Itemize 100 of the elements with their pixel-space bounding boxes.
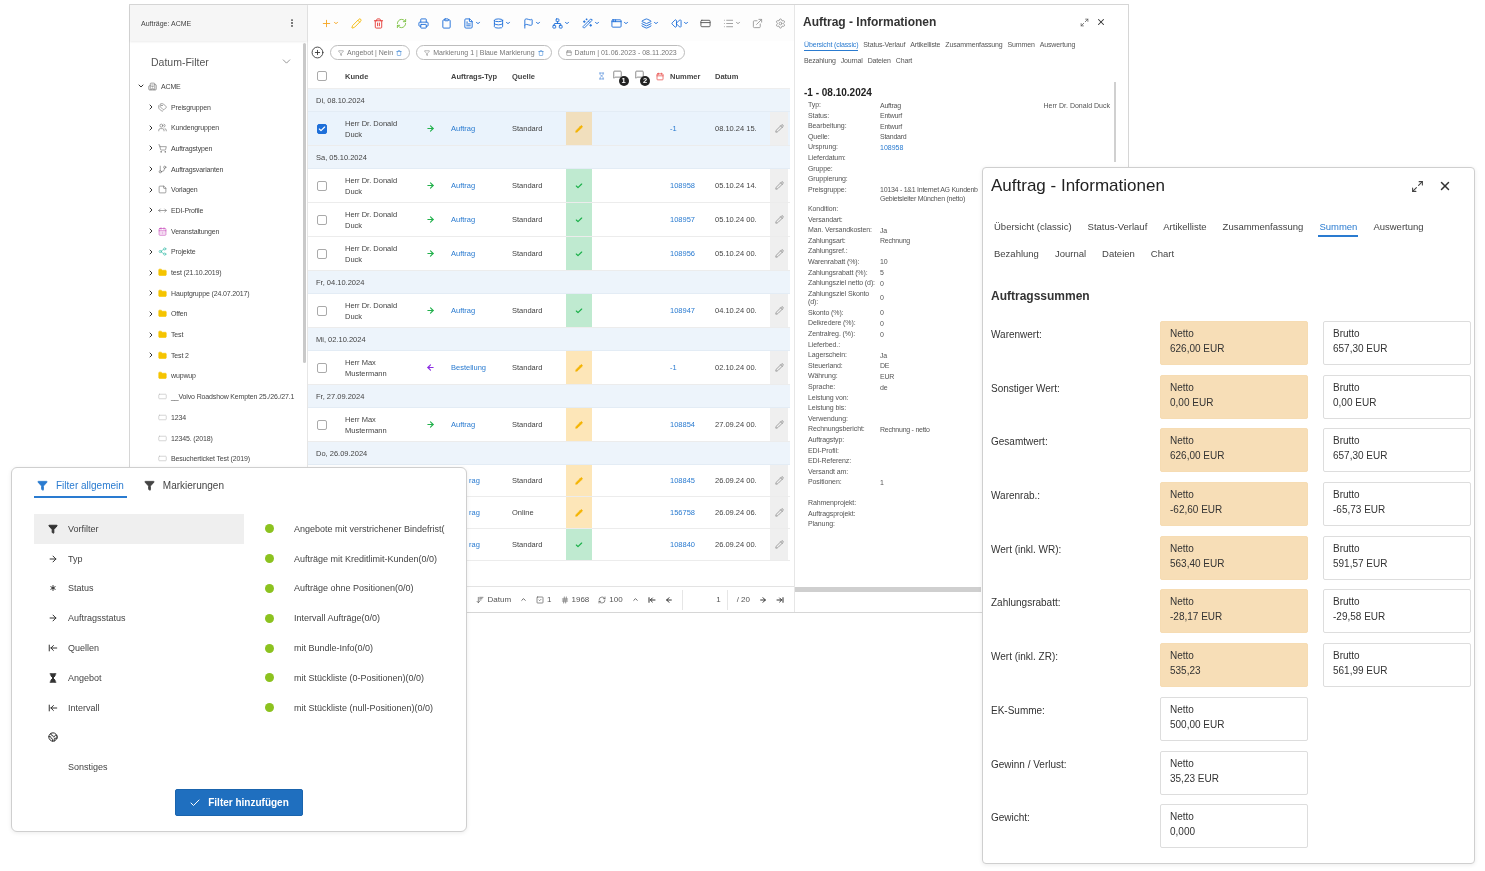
date-filter-label[interactable]: Datum-Filter (151, 55, 209, 68)
caret-icon[interactable] (475, 20, 482, 26)
filter-category[interactable]: Auftragsstatus (34, 603, 244, 634)
filter-category[interactable]: Quellen (34, 633, 244, 663)
refresh-icon[interactable] (598, 595, 607, 604)
caret-icon[interactable] (333, 20, 339, 26)
caret-icon[interactable] (564, 20, 571, 26)
tab[interactable]: Chart (1149, 245, 1176, 264)
database-icon[interactable] (493, 17, 505, 29)
row-checkbox[interactable] (317, 419, 327, 430)
pencil-icon[interactable] (774, 508, 784, 517)
filter-category[interactable]: Intervall (34, 692, 244, 723)
pencil-icon[interactable] (774, 249, 784, 258)
trash-icon[interactable] (396, 49, 403, 56)
calendar-icon[interactable] (655, 71, 664, 81)
caret-icon[interactable] (534, 20, 541, 26)
page-field[interactable]: 1 (681, 589, 728, 610)
chevron-right-icon[interactable] (147, 351, 155, 360)
add-icon[interactable] (321, 17, 332, 29)
tab[interactable]: Zusammenfassung (1221, 218, 1305, 237)
expand-icon[interactable] (1080, 17, 1089, 27)
tab[interactable]: Filter allgemein (34, 476, 127, 498)
add-filter-button[interactable]: Filter hinzufügen (175, 789, 303, 817)
chevron-right-icon[interactable] (147, 268, 155, 277)
wand-button[interactable] (579, 15, 602, 31)
scrollbar-thumb[interactable] (1114, 82, 1116, 162)
row-checkbox[interactable] (317, 180, 327, 191)
rewind-icon[interactable] (670, 17, 682, 29)
pencil-icon[interactable] (774, 215, 784, 224)
filter-category[interactable]: Angebot (34, 663, 244, 693)
filter-category[interactable]: Sonstiges (34, 752, 244, 783)
trash-icon[interactable] (537, 49, 544, 56)
pencil-icon[interactable] (774, 540, 784, 549)
add-filter-icon[interactable] (311, 46, 324, 59)
chevron-right-icon[interactable] (147, 309, 155, 318)
filter-category[interactable]: Status (34, 573, 244, 604)
sort-field[interactable]: Datum (487, 595, 512, 604)
layers-icon[interactable] (640, 17, 652, 29)
page-size[interactable]: 100 (609, 595, 623, 604)
hourglass-icon[interactable] (598, 72, 606, 80)
layers-button[interactable] (638, 15, 661, 31)
caret-icon[interactable] (734, 20, 741, 26)
filter-category[interactable]: Vorfilter (34, 514, 244, 544)
next-page-button[interactable] (759, 595, 767, 604)
tab[interactable]: Dateien (1101, 245, 1136, 264)
prefilter-option[interactable]: mit Stückliste (null-Positionen)(0/0) (260, 692, 466, 723)
sort-icon[interactable] (476, 595, 485, 604)
edit-button[interactable] (770, 294, 788, 327)
row-checkbox[interactable] (317, 123, 327, 134)
tab[interactable]: Übersicht (classic) (993, 218, 1073, 237)
row-checkbox[interactable] (317, 248, 327, 259)
chevron-right-icon[interactable] (147, 247, 155, 256)
caret-icon[interactable] (505, 20, 512, 26)
filter-icon[interactable] (37, 480, 48, 491)
pencil-icon[interactable] (774, 476, 784, 485)
chevron-right-icon[interactable] (147, 330, 155, 339)
first-page-button[interactable] (647, 595, 656, 604)
chevron-right-icon[interactable] (147, 185, 155, 194)
edit-button[interactable] (770, 112, 788, 145)
caret-icon[interactable] (623, 20, 630, 26)
filter-category[interactable]: Typ (34, 543, 244, 574)
pencil-icon[interactable] (774, 306, 784, 315)
chevron-right-icon[interactable] (147, 289, 155, 298)
close-icon[interactable] (1438, 179, 1452, 193)
caret-icon[interactable] (652, 20, 659, 26)
wand-icon[interactable] (581, 17, 593, 29)
edit-button[interactable] (770, 351, 788, 384)
chevron-right-icon[interactable] (147, 103, 155, 112)
network-icon[interactable] (552, 17, 564, 29)
caret-icon[interactable] (682, 20, 689, 26)
edit-button[interactable] (770, 408, 788, 441)
prefilter-option[interactable]: mit Bundle-Info(0/0) (260, 633, 466, 663)
document-icon[interactable] (463, 17, 475, 29)
pencil-icon[interactable] (774, 420, 784, 429)
prefilter-option[interactable]: Aufträge ohne Positionen(0/0) (260, 573, 466, 604)
caret-icon[interactable] (593, 20, 600, 26)
list-icon[interactable] (722, 17, 734, 29)
flag-icon[interactable] (522, 17, 534, 29)
row-checkbox[interactable] (317, 214, 327, 225)
window-icon[interactable] (611, 17, 623, 29)
previous-page-button[interactable] (664, 595, 673, 604)
edit-button[interactable] (770, 465, 788, 496)
row-checkbox[interactable] (317, 305, 327, 316)
edit-button[interactable] (770, 169, 788, 202)
expand-icon[interactable] (1411, 179, 1424, 193)
chevron-right-icon[interactable] (147, 206, 155, 215)
edit-button[interactable] (770, 237, 788, 270)
last-page-button[interactable] (776, 595, 784, 604)
tab[interactable]: Markierungen (140, 476, 227, 498)
pencil-icon[interactable] (774, 181, 784, 190)
tab[interactable]: Auswertung (1372, 218, 1425, 237)
chevron-right-icon[interactable] (147, 123, 155, 132)
edit-button[interactable] (770, 529, 788, 560)
chevron-right-icon[interactable] (147, 144, 155, 153)
tab[interactable]: Journal (1053, 245, 1088, 264)
row-checkbox[interactable] (317, 362, 327, 373)
prefilter-option[interactable]: Intervall Aufträge(0/0) (260, 603, 466, 634)
filter-icon[interactable] (143, 480, 155, 491)
pencil-icon[interactable] (774, 124, 784, 133)
pencil-icon[interactable] (774, 363, 784, 372)
